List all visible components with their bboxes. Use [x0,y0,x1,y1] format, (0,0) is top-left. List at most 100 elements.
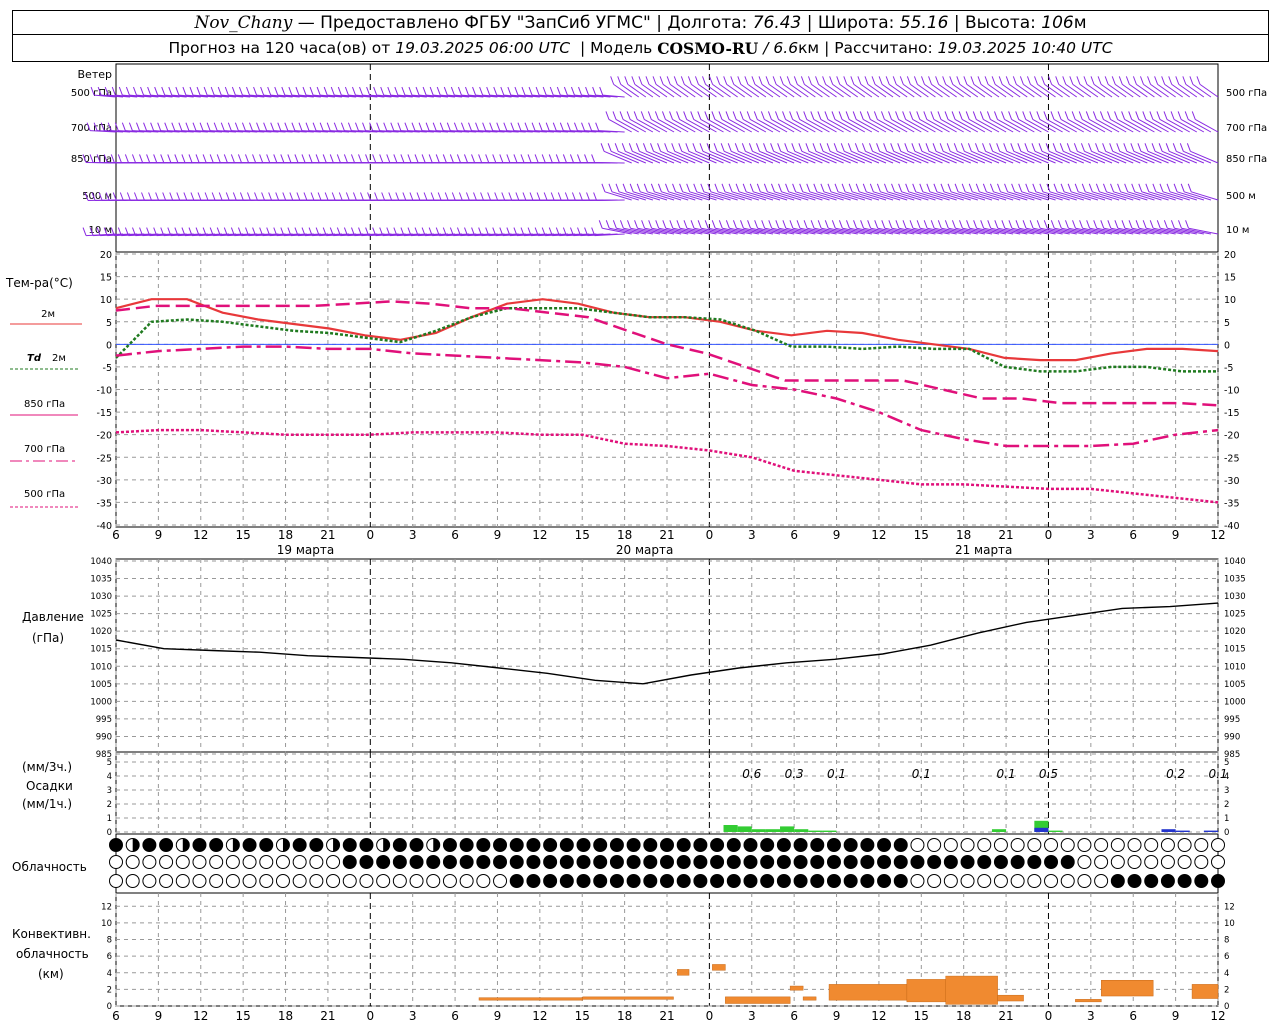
cloud-cell [793,855,808,869]
precip-bar [1175,830,1190,832]
wind-barb-flag [1158,143,1163,152]
wind-barb-flag [1196,76,1201,85]
wind-barb-shaft [921,150,950,164]
cloud-cell [359,874,374,888]
wind-barb-flag [289,192,294,201]
cloud-cell [726,855,741,869]
wind-barb-flag [953,143,958,152]
wind-barb-flag [1043,220,1048,229]
cloud-cell [960,874,975,888]
wind-barb-flag [966,220,971,229]
pressure-tick-right: 1035 [1224,575,1246,585]
wind-barb-shaft [724,191,752,201]
cloud-cell [1110,838,1125,852]
wind-barb-flag [763,143,768,152]
cloud-cell [559,874,574,888]
wind-barb-flag [407,154,412,163]
cloud-cell [726,874,741,888]
hour-label: 9 [155,528,163,542]
wind-barb-flag [904,143,909,152]
conv-tick-left: 10 [101,919,112,929]
wind-barb-shaft [964,150,993,164]
wind-barb-shaft [787,150,816,164]
wind-barb-flag [841,183,846,192]
wind-barb-flag [1036,111,1041,120]
wind-barb-flag [338,192,343,201]
wind-barb-shaft [894,191,922,201]
wind-barb-flag [1114,220,1119,229]
wind-barb-shaft [731,150,760,164]
cloud-cell [409,838,424,852]
wind-barb-shaft [808,150,837,164]
precip-amount-label: 0.6 [742,767,761,781]
wind-barb-flag [905,183,910,192]
wind-barb-shaft [654,191,682,201]
hour-label-bottom: 12 [871,1009,886,1023]
wind-barb-flag [890,143,895,152]
wind-barb-flag [852,111,857,120]
wind-barb-shaft [1070,191,1099,201]
wind-barb-shaft [929,191,957,201]
pressure-tick-right: 1040 [1224,557,1246,567]
wind-barb-flag [1189,76,1194,85]
wind-barb-flag [960,143,965,152]
wind-barb-flag [763,183,768,192]
wind-barb-flag [744,76,749,85]
conv-bar [906,979,946,1003]
wind-barb-flag [395,192,400,201]
wind-barb-flag [723,76,728,85]
wind-barb-flag [376,122,381,131]
wind-barb-flag [1062,76,1067,85]
wind-barb-flag [1010,143,1015,152]
wind-barb-shaft [752,150,781,164]
wind-barb-flag [185,122,190,131]
wind-barb-flag [1110,183,1114,192]
wind-barb-flag [428,154,433,163]
wind-barb-flag [770,143,775,152]
wind-barb-flag [181,154,186,163]
cloud-cell [142,874,157,888]
wind-barb-flag [465,86,469,96]
wind-barb-flag [789,220,794,229]
precip-amount-label: 0.3 [785,767,804,781]
precip-tick-left: 4 [107,772,112,782]
temp-tick-left: -5 [103,363,112,374]
wind-barb-flag [414,154,419,163]
wind-barb-flag [347,122,352,131]
wind-barb-flag [805,143,810,152]
wind-barb-flag [458,192,463,201]
wind-barb-flag [1053,183,1058,192]
cloud-cell [292,874,307,888]
wind-barb-flag [972,111,977,120]
cloud-cell [960,838,975,852]
wind-level-label-right: 500 гПа [1226,88,1267,99]
hour-label-bottom: 6 [451,1009,459,1023]
wind-barb-flag [579,192,583,201]
wind-barb-flag [489,122,494,131]
precip-amount-label: 0.1 [997,767,1016,781]
wind-barb-flag [411,122,416,131]
wind-barb-flag [786,76,791,85]
wind-barb-flag [734,143,739,152]
pressure-tick-left: 1030 [90,592,112,602]
wind-barb-shaft [992,150,1021,164]
wind-barb-flag [139,154,143,163]
wind-barb-flag [595,122,600,131]
wind-barb-shaft [604,191,632,201]
wind-barb-flag [676,220,681,229]
wind-barb-flag [767,111,772,120]
wind-barb-flag [202,154,207,163]
wind-barb-shaft [1034,150,1063,164]
cloud-cell [1177,855,1192,869]
wind-barb-flag [566,122,571,131]
wind-barb-flag [986,111,991,120]
wind-barb-flag [494,192,499,201]
temp-tick-left: -35 [96,498,112,509]
wind-barb-shaft [738,150,767,164]
wind-barb-shaft [979,191,1007,201]
wind-barb-flag [784,143,789,152]
cloud-cell [1010,874,1025,888]
wind-barb-flag [178,122,183,131]
wind-barb-shaft [617,150,647,164]
wind-barb-shaft [851,150,880,164]
